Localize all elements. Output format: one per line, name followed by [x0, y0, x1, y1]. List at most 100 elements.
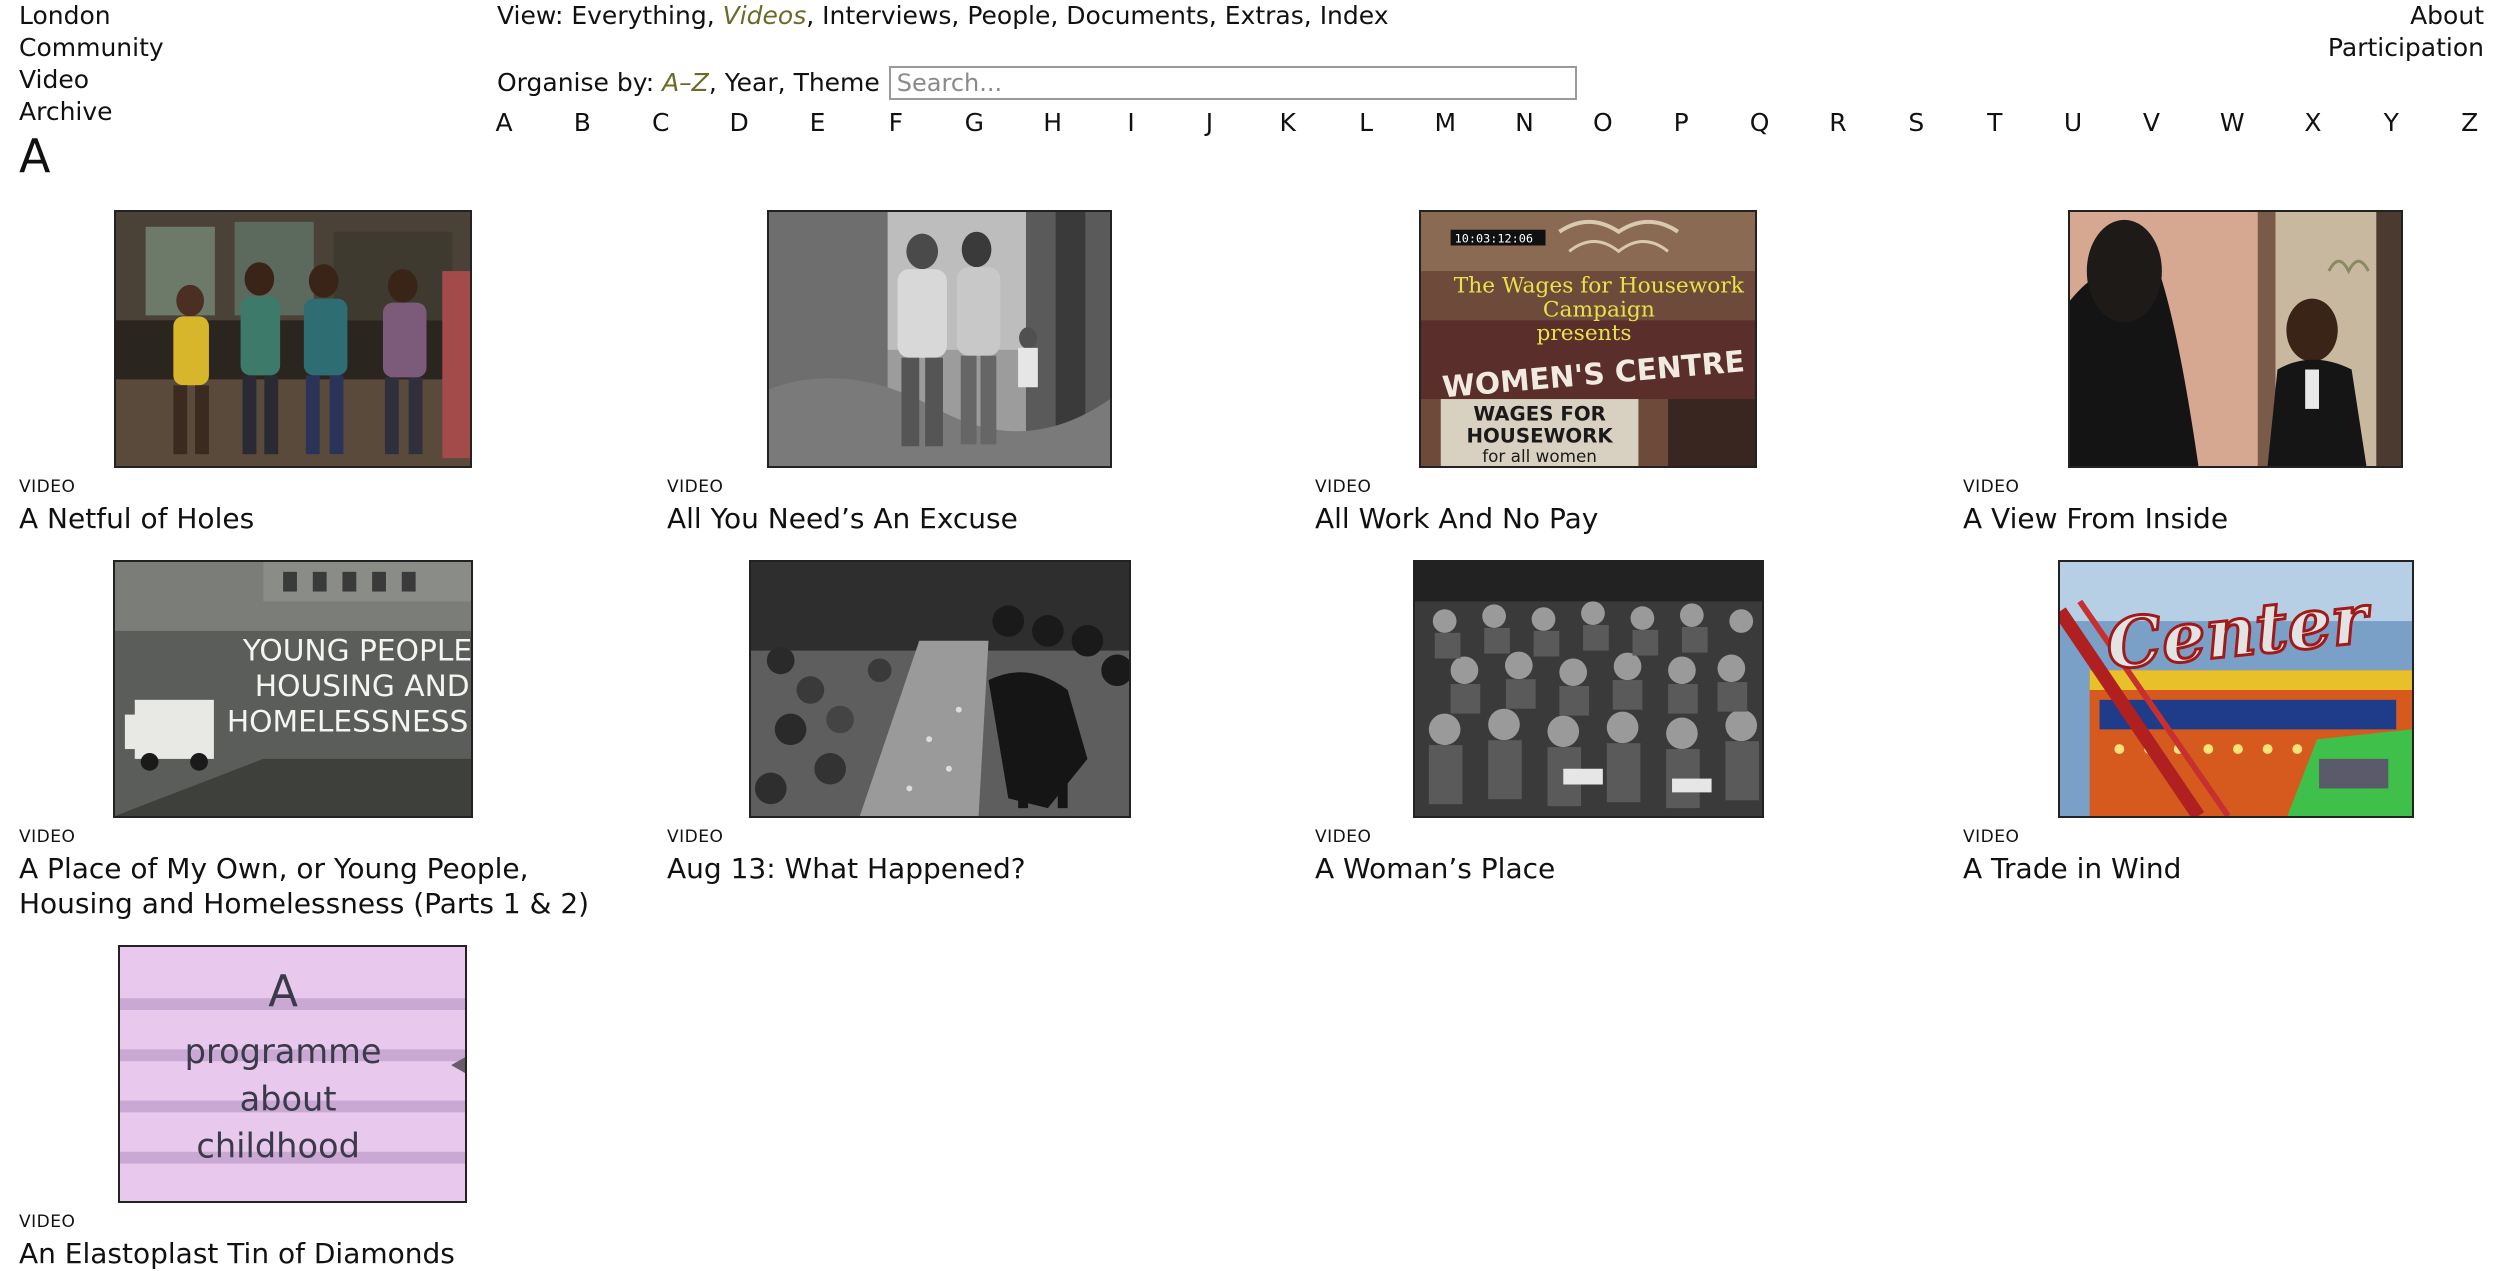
- letter-link-c[interactable]: C: [651, 107, 671, 139]
- letter-link-x[interactable]: X: [2303, 107, 2323, 139]
- view-option-people[interactable]: People: [967, 1, 1050, 30]
- letter-link-u[interactable]: U: [2063, 107, 2083, 139]
- womens-centre-still: 10:03:12:06 The Wages for Housework Camp…: [1421, 212, 1755, 466]
- video-thumbnail[interactable]: Center: [2058, 560, 2414, 818]
- letter-link-d[interactable]: D: [729, 107, 749, 139]
- video-title-link[interactable]: A Netful of Holes: [19, 501, 619, 536]
- letter-link-j[interactable]: J: [1199, 107, 1219, 139]
- site-title-archive[interactable]: Archive: [19, 96, 279, 128]
- thumbnail-frame: [667, 210, 1227, 470]
- doorway-conversation-still: [2070, 212, 2401, 466]
- letter-link-m[interactable]: M: [1435, 107, 1457, 139]
- letter-link-o[interactable]: O: [1593, 107, 1613, 139]
- banner-line-1: WAGES FOR: [1473, 403, 1606, 426]
- video-type-label: VIDEO: [1963, 827, 2020, 847]
- view-filter-bar: View: Everything, Videos, Interviews, Pe…: [497, 1, 1389, 30]
- site-title-london[interactable]: London: [19, 0, 279, 32]
- video-title-link[interactable]: A Trade in Wind: [1963, 851, 2500, 886]
- video-title-link[interactable]: All Work And No Pay: [1315, 501, 1915, 536]
- about-link[interactable]: About: [2328, 0, 2484, 32]
- letter-link-l[interactable]: L: [1356, 107, 1376, 139]
- thumbnail-frame: Center: [1963, 560, 2500, 820]
- video-card[interactable]: YOUNG PEOPLE, HOUSING AND HOMELESSNESS. …: [19, 560, 589, 920]
- video-thumbnail[interactable]: [114, 210, 472, 468]
- video-title-link[interactable]: A Place of My Own, or Young People, Hous…: [19, 851, 619, 921]
- video-card[interactable]: VIDEO A Woman’s Place: [1315, 560, 1875, 885]
- video-thumbnail[interactable]: [767, 210, 1112, 468]
- letter-link-p[interactable]: P: [1671, 107, 1691, 139]
- letter-link-e[interactable]: E: [808, 107, 828, 139]
- seated-audience-still: [1415, 562, 1762, 816]
- video-card[interactable]: VIDEO Aug 13: What Happened?: [667, 560, 1227, 885]
- video-title-link[interactable]: An Elastoplast Tin of Diamonds: [19, 1236, 619, 1271]
- organise-option-a-z[interactable]: A–Z: [662, 67, 709, 99]
- letter-link-a[interactable]: A: [494, 107, 514, 139]
- two-men-in-garden-still: [769, 212, 1110, 466]
- letter-link-i[interactable]: I: [1121, 107, 1141, 139]
- thumbnail-frame: [667, 560, 1227, 820]
- site-title-video[interactable]: Video: [19, 64, 279, 96]
- video-thumbnail[interactable]: YOUNG PEOPLE, HOUSING AND HOMELESSNESS.: [113, 560, 473, 818]
- video-thumbnail[interactable]: A programme about childhood: [118, 945, 467, 1203]
- thumbnail-frame: A programme about childhood: [19, 945, 579, 1205]
- letter-link-y[interactable]: Y: [2381, 107, 2401, 139]
- video-title-link[interactable]: Aug 13: What Happened?: [667, 851, 1267, 886]
- view-option-videos[interactable]: Videos: [723, 1, 807, 30]
- view-option-documents[interactable]: Documents: [1066, 1, 1209, 30]
- participation-link[interactable]: Participation: [2328, 32, 2484, 64]
- video-thumbnail[interactable]: [2068, 210, 2403, 468]
- video-type-label: VIDEO: [1315, 827, 1372, 847]
- housing-card-line-2: HOUSING AND: [255, 669, 470, 703]
- video-thumbnail[interactable]: 10:03:12:06 The Wages for Housework Camp…: [1419, 210, 1757, 468]
- site-title-community[interactable]: Community: [19, 32, 279, 64]
- view-option-extras[interactable]: Extras: [1225, 1, 1304, 30]
- organise-bar: Organise by: A–Z, Year, Theme: [497, 64, 1577, 102]
- view-option-index[interactable]: Index: [1320, 1, 1389, 30]
- view-option-interviews[interactable]: Interviews: [822, 1, 951, 30]
- titlecard-line-1: A: [268, 967, 298, 1017]
- thumbnail-frame: [19, 210, 579, 470]
- video-type-label: VIDEO: [667, 477, 724, 497]
- letter-link-f[interactable]: F: [886, 107, 906, 139]
- video-card[interactable]: VIDEO All You Need’s An Excuse: [667, 210, 1227, 535]
- thumbnail-frame: [1963, 210, 2500, 470]
- view-option-everything[interactable]: Everything: [571, 1, 706, 30]
- letter-link-z[interactable]: Z: [2460, 107, 2480, 139]
- organise-label: Organise by:: [497, 68, 655, 97]
- video-card[interactable]: VIDEO A View From Inside: [1963, 210, 2500, 535]
- letter-link-t[interactable]: T: [1985, 107, 2005, 139]
- titlecard-line-4: childhood: [196, 1127, 360, 1166]
- letter-link-g[interactable]: G: [964, 107, 984, 139]
- housing-card-line-1: YOUNG PEOPLE,: [242, 634, 471, 668]
- overlay-line-3: presents: [1537, 321, 1632, 346]
- video-title-link[interactable]: All You Need’s An Excuse: [667, 501, 1267, 536]
- letter-link-n[interactable]: N: [1514, 107, 1534, 139]
- secondary-nav: About Participation: [2328, 0, 2484, 64]
- video-title-link[interactable]: A View From Inside: [1963, 501, 2500, 536]
- video-card[interactable]: 10:03:12:06 The Wages for Housework Camp…: [1315, 210, 1875, 535]
- dancing-kids-still: [116, 212, 470, 466]
- video-title-link[interactable]: A Woman’s Place: [1315, 851, 1915, 886]
- letter-link-s[interactable]: S: [1906, 107, 1926, 139]
- timecode-text: 10:03:12:06: [1455, 232, 1533, 246]
- video-thumbnail[interactable]: [749, 560, 1131, 818]
- letter-link-h[interactable]: H: [1043, 107, 1063, 139]
- letter-link-q[interactable]: Q: [1750, 107, 1770, 139]
- video-card[interactable]: A programme about childhood VIDEO An Ela…: [19, 945, 579, 1270]
- video-type-label: VIDEO: [1963, 477, 2020, 497]
- letter-link-r[interactable]: R: [1828, 107, 1848, 139]
- search-input[interactable]: [888, 66, 1577, 100]
- video-thumbnail[interactable]: [1413, 560, 1764, 818]
- handwritten-titlecard-still: A programme about childhood: [120, 947, 465, 1201]
- video-card[interactable]: VIDEO A Netful of Holes: [19, 210, 579, 535]
- letter-link-v[interactable]: V: [2141, 107, 2161, 139]
- video-type-label: VIDEO: [667, 827, 724, 847]
- letter-link-b[interactable]: B: [572, 107, 592, 139]
- letter-link-w[interactable]: W: [2220, 107, 2245, 139]
- letter-link-k[interactable]: K: [1278, 107, 1298, 139]
- video-type-label: VIDEO: [1315, 477, 1372, 497]
- video-card[interactable]: Center VIDEO A Trade in Wind: [1963, 560, 2500, 885]
- organise-option-theme[interactable]: Theme: [794, 67, 880, 99]
- fairground-ride-still: Center: [2060, 562, 2412, 816]
- organise-option-year[interactable]: Year: [725, 67, 778, 99]
